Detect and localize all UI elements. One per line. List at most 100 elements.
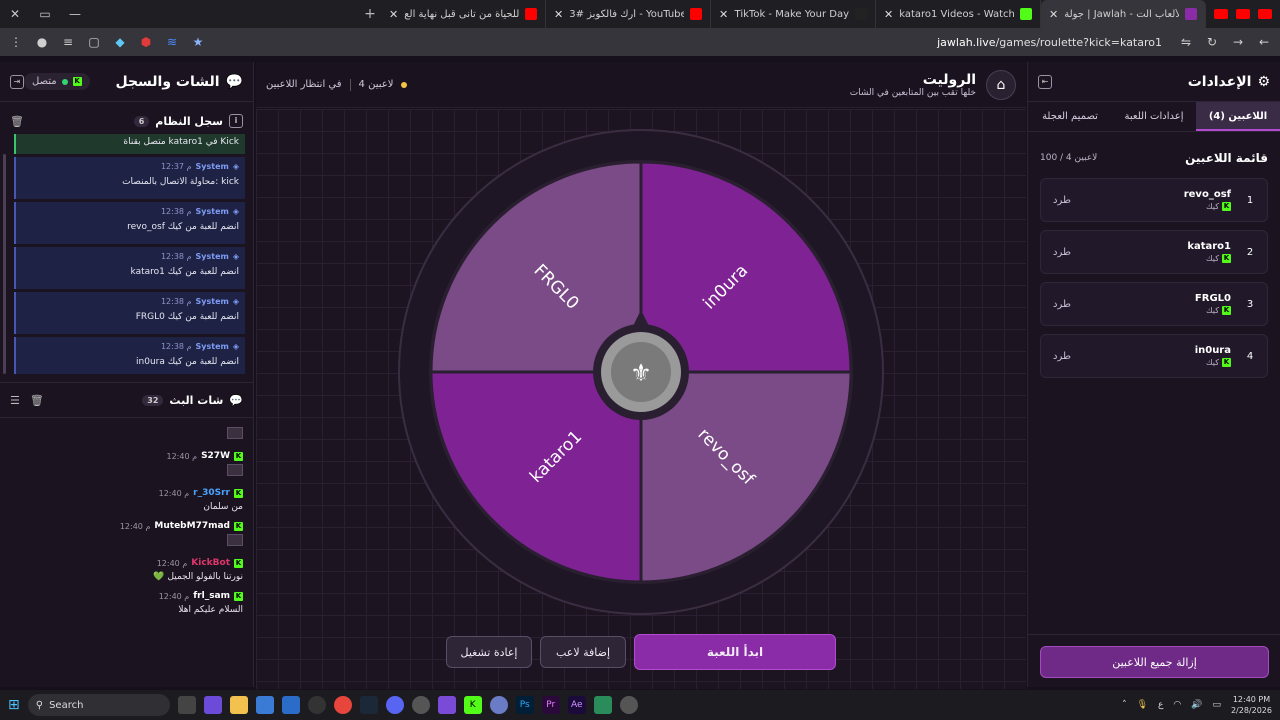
steam-icon[interactable]: [359, 696, 378, 714]
player-number: 4: [1246, 350, 1254, 362]
restart-button[interactable]: إعادة تشغيل: [446, 636, 532, 668]
close-window-icon[interactable]: ✕: [0, 7, 30, 21]
premiere-icon[interactable]: Pr: [541, 696, 560, 714]
language-indicator[interactable]: ع: [1158, 700, 1163, 710]
close-tab-icon[interactable]: ✕: [389, 8, 398, 21]
new-tab-button[interactable]: +: [359, 6, 381, 22]
chat-message-meta: 12:40 م frl_sam K: [10, 591, 243, 601]
wave-icon[interactable]: ≋: [164, 35, 180, 49]
browser-tab[interactable]: ✕ رجع للحياة من تانى قبل نهاية الع: [381, 0, 546, 28]
chrome-icon[interactable]: [333, 696, 352, 714]
youtube-icon[interactable]: [1214, 9, 1228, 19]
close-tab-icon[interactable]: ✕: [719, 8, 728, 21]
bookmark-star-icon[interactable]: ★: [190, 35, 206, 49]
clock[interactable]: 12:40 PM 2/28/2026: [1231, 694, 1272, 716]
photoshop-icon[interactable]: Ps: [515, 696, 534, 714]
browser-tab-label: جولة | Jawlah - منصة الألعاب الت: [1064, 8, 1179, 20]
folder-icon[interactable]: [229, 696, 248, 714]
filter-icon[interactable]: ☰: [10, 394, 20, 407]
chat-username[interactable]: frl_sam: [193, 591, 230, 601]
chevron-up-icon[interactable]: ˄: [1122, 700, 1127, 710]
browser-tab[interactable]: ✕ جولة | Jawlah - منصة الألعاب الت: [1041, 0, 1206, 28]
stream-chat-header: ☰ 🗑 32 شات البث 💬: [0, 387, 253, 413]
app-bar-icon[interactable]: [593, 696, 612, 714]
tab-game-settings[interactable]: إعدادات اللعبة: [1112, 102, 1196, 131]
obs-icon[interactable]: [307, 696, 326, 714]
player-info: kataro1 كيك K 2: [1187, 241, 1255, 263]
chat-time: 12:40 م: [156, 558, 188, 568]
forward-icon[interactable]: →: [1230, 35, 1246, 49]
kick-icon: K: [234, 488, 243, 498]
chat-message: [10, 424, 243, 442]
taskbar-search[interactable]: ⚲ Search: [27, 694, 170, 716]
home-icon: ⌂: [996, 76, 1006, 93]
close-tab-icon[interactable]: ✕: [1049, 8, 1058, 21]
chat-username[interactable]: MutebM77mad: [154, 521, 230, 531]
connection-status: متصل K: [24, 73, 90, 90]
chat-message: 12:40 م S27W K: [10, 451, 243, 479]
shield-icon[interactable]: ⬢: [138, 35, 154, 49]
store-bag-icon[interactable]: [255, 696, 274, 714]
maximize-icon[interactable]: ▭: [30, 7, 60, 21]
site-settings-icon[interactable]: ⇋: [1178, 35, 1194, 49]
after-effects-icon[interactable]: Ae: [567, 696, 586, 714]
remove-all-players-button[interactable]: إزالة جميع اللاعبين: [1040, 646, 1269, 678]
close-tab-icon[interactable]: ✕: [554, 8, 563, 21]
playlist-icon[interactable]: ≡: [60, 35, 76, 49]
extension-icon[interactable]: ●: [34, 35, 50, 49]
chat-panel-title: الشات والسجل 💬: [115, 73, 243, 90]
wifi-icon[interactable]: ◠: [1173, 700, 1181, 710]
chat-username[interactable]: KickBot: [191, 558, 230, 568]
task-view-icon[interactable]: [177, 696, 196, 714]
store-icon[interactable]: [203, 696, 222, 714]
browser-tab[interactable]: ✕ أرك فالكوبز #3 - YouTube: [546, 0, 711, 28]
trash-icon[interactable]: 🗑: [10, 115, 24, 128]
puzzle-icon[interactable]: ▢: [86, 35, 102, 49]
collapse-panel-icon[interactable]: ⇤: [1038, 74, 1052, 89]
url-field[interactable]: jawlah.live/games/roulette?kick=kataro1: [216, 36, 1168, 49]
emote-image: [227, 534, 243, 546]
tab-players[interactable]: اللاعبين (4): [1196, 102, 1280, 131]
trash-icon[interactable]: 🗑: [30, 394, 44, 407]
add-player-button[interactable]: إضافة لاعب: [540, 636, 626, 668]
back-icon[interactable]: ←: [1256, 35, 1272, 49]
reload-icon[interactable]: ↻: [1204, 35, 1220, 49]
home-button[interactable]: ⌂: [986, 69, 1016, 100]
collapse-panel-icon[interactable]: ⇥: [10, 74, 24, 89]
player-name: revo_osf: [1183, 189, 1231, 200]
mail-icon[interactable]: [281, 696, 300, 714]
browser-tab[interactable]: ✕ TikTok - Make Your Day: [711, 0, 876, 28]
kick-player-button[interactable]: طرد: [1053, 195, 1071, 206]
browser-tab[interactable]: ✕ kataro1 Videos - Watch On-De: [876, 0, 1041, 28]
mic-icon[interactable]: 🎙: [1137, 700, 1148, 710]
close-tab-icon[interactable]: ✕: [884, 8, 893, 21]
chat-text: 💚 نورتنا بالفولو الجميل: [153, 572, 243, 582]
tab-wheel-design[interactable]: تصميم العجلة: [1028, 102, 1112, 131]
kick-player-button[interactable]: طرد: [1053, 247, 1071, 258]
kick-icon: K: [1222, 254, 1231, 263]
log-meta: 12:38 م System ◈: [22, 297, 239, 306]
youtube-icon[interactable]: [1236, 9, 1250, 19]
kick-app-icon[interactable]: K: [463, 696, 482, 714]
volume-icon[interactable]: 🔊: [1191, 700, 1202, 710]
hub-logo-icon: ⚜: [630, 359, 652, 387]
chat-username[interactable]: r_30Srr: [193, 488, 230, 498]
battery-icon[interactable]: ▭: [1212, 700, 1221, 710]
youtube-icon[interactable]: [1258, 9, 1272, 19]
player-list-header: 100 / 4 لاعبين قائمة اللاعبين: [1028, 138, 1280, 178]
start-game-button[interactable]: ابدأ اللعبة: [634, 634, 836, 670]
chat-username[interactable]: S27W: [201, 451, 230, 461]
kick-player-button[interactable]: طرد: [1053, 299, 1071, 310]
windows-start-icon[interactable]: ⊞: [8, 697, 20, 713]
system-log-entry: 12:38 م System ◈ FRGL0 انضم للعبة من كيك: [14, 292, 245, 334]
roulette-wheel[interactable]: FRGL0 in0urarevo_osfkataro1⚜: [396, 127, 886, 617]
app-round-icon[interactable]: [619, 696, 638, 714]
diamond-icon[interactable]: ◆: [112, 35, 128, 49]
minimize-icon[interactable]: —: [60, 7, 90, 21]
app-circle-icon[interactable]: [489, 696, 508, 714]
app-icon[interactable]: [411, 696, 430, 714]
kick-player-button[interactable]: طرد: [1053, 351, 1071, 362]
discord-icon[interactable]: [385, 696, 404, 714]
gamepad-icon[interactable]: [437, 696, 456, 714]
menu-dots-icon[interactable]: ⋮: [8, 35, 24, 49]
